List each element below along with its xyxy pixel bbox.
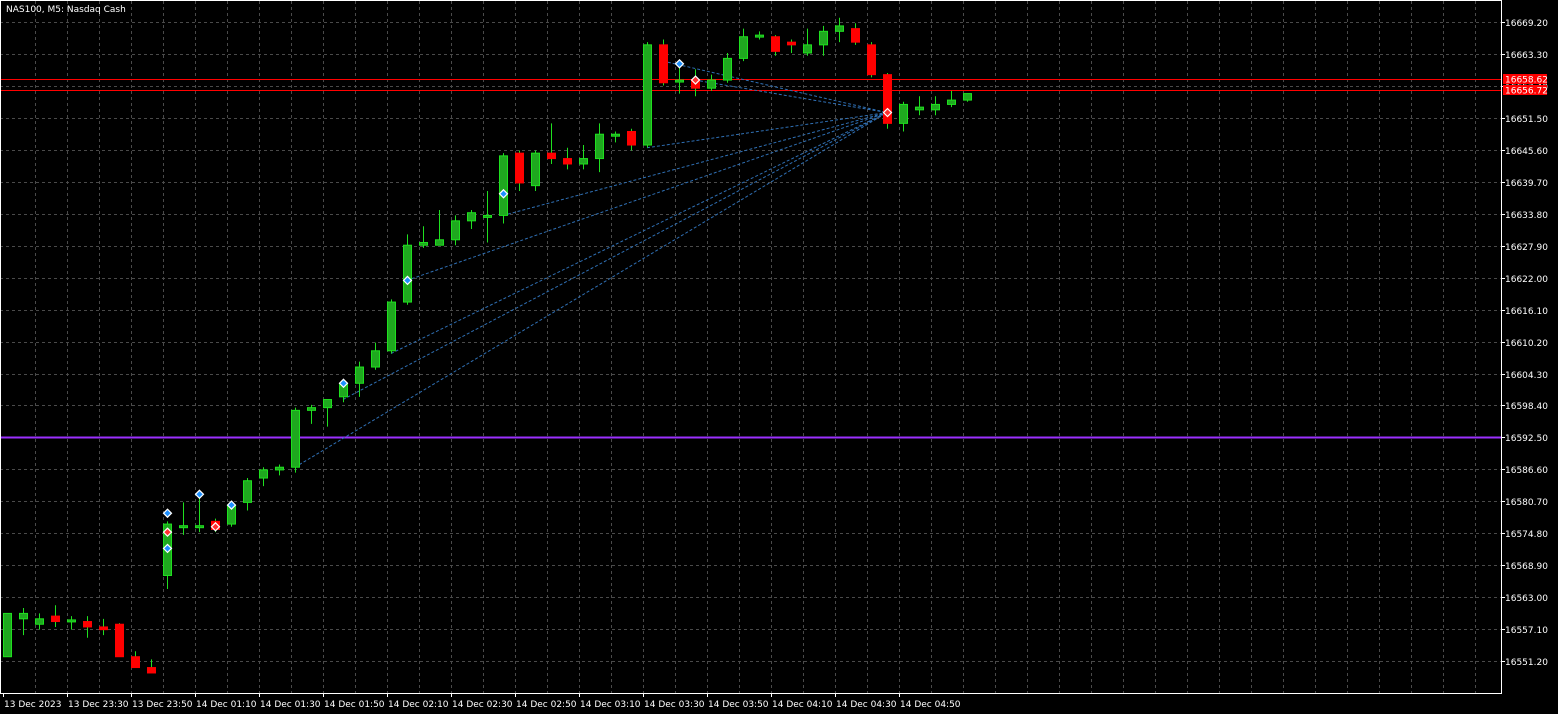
- x-tick-label: 14 Dec 02:10: [388, 700, 449, 710]
- candle-bull: [899, 103, 908, 124]
- x-tick-label: 13 Dec 23:30: [68, 700, 129, 710]
- y-tick-label: 16669.20: [1505, 19, 1548, 29]
- candle-bear: [131, 656, 140, 669]
- candle-bear: [867, 44, 876, 76]
- x-tick-label: 13 Dec 23:50: [132, 700, 193, 710]
- candle-bull: [19, 612, 28, 620]
- y-tick-label: 16610.20: [1505, 339, 1548, 349]
- candle-bull: [179, 525, 188, 529]
- candle-bull: [963, 93, 972, 101]
- x-tick-label: 14 Dec 02:50: [516, 700, 577, 710]
- x-tick-label: 14 Dec 02:30: [452, 700, 513, 710]
- y-tick-label: 16633.80: [1505, 211, 1548, 221]
- candle-bull: [723, 57, 732, 81]
- candle-bull: [259, 469, 268, 479]
- candle-bull: [947, 99, 956, 105]
- candle-bull: [803, 44, 812, 54]
- y-tick-label: 16645.60: [1505, 147, 1548, 157]
- x-tick-label: 14 Dec 03:30: [644, 700, 705, 710]
- y-tick-label: 16604.30: [1505, 371, 1548, 381]
- candle-bear: [851, 28, 860, 43]
- candle-bull: [915, 106, 924, 111]
- candle-bull: [483, 214, 492, 218]
- candle-bear: [115, 623, 124, 658]
- y-tick-label: 16627.90: [1505, 243, 1548, 253]
- candle-bull: [323, 399, 332, 409]
- y-tick-label: 16580.70: [1505, 498, 1548, 508]
- candle-bear: [147, 667, 156, 674]
- x-tick-label: 14 Dec 01:50: [324, 700, 385, 710]
- candle-bull: [419, 241, 428, 246]
- candle-bear: [627, 130, 636, 146]
- candle-bull: [467, 212, 476, 222]
- chart-background: [0, 0, 1558, 714]
- candle-bear: [771, 36, 780, 52]
- x-tick-label: 14 Dec 01:10: [196, 700, 257, 710]
- candle-bull: [291, 409, 300, 468]
- candle-bull: [499, 155, 508, 216]
- candle-bull: [611, 133, 620, 137]
- y-tick-label: 16557.10: [1505, 626, 1548, 636]
- candle-bull: [739, 36, 748, 59]
- candle-bear: [99, 626, 108, 631]
- candle-bear: [83, 621, 92, 628]
- x-tick-label: 14 Dec 04:50: [900, 700, 961, 710]
- candle-bull: [355, 366, 364, 384]
- price-axis[interactable]: 16669.2016663.3016657.4016651.5016645.60…: [1501, 19, 1548, 668]
- candle-bull: [387, 301, 396, 352]
- chart-title: NAS100, M5: Nasdaq Cash: [6, 5, 126, 15]
- candle-bull: [707, 79, 716, 89]
- candle-bear: [787, 41, 796, 46]
- x-tick-label: 14 Dec 01:30: [260, 700, 321, 710]
- candle-bull: [403, 244, 412, 303]
- y-tick-label: 16598.40: [1505, 402, 1548, 412]
- candle-bull: [435, 239, 444, 246]
- candle-bull: [595, 133, 604, 160]
- price-tag-label: 16658.62: [1505, 76, 1548, 86]
- x-tick-label: 14 Dec 03:50: [708, 700, 769, 710]
- y-tick-label: 16586.60: [1505, 466, 1548, 476]
- y-tick-label: 16551.20: [1505, 658, 1548, 668]
- candle-bear: [563, 158, 572, 165]
- x-tick-label: 14 Dec 04:30: [836, 700, 897, 710]
- candle-bull: [243, 480, 252, 503]
- y-tick-label: 16639.70: [1505, 179, 1548, 189]
- y-tick-label: 16663.30: [1505, 51, 1548, 61]
- candle-bull: [835, 25, 844, 32]
- y-tick-label: 16574.80: [1505, 530, 1548, 540]
- candle-bull: [643, 44, 652, 146]
- candle-bear: [659, 44, 668, 84]
- x-tick-label: 14 Dec 03:10: [580, 700, 641, 710]
- candle-bull: [451, 220, 460, 241]
- candle-bull: [195, 525, 204, 529]
- price-tag-label: 16656.72: [1505, 87, 1548, 97]
- candle-bear: [515, 152, 524, 184]
- price-tags: 16658.6216656.72: [1503, 74, 1548, 97]
- candle-bull: [931, 103, 940, 111]
- candle-bull: [675, 79, 684, 83]
- candle-bull: [579, 158, 588, 165]
- candle-bull: [531, 152, 540, 187]
- y-tick-label: 16651.50: [1505, 115, 1548, 125]
- candle-bear: [547, 152, 556, 160]
- y-tick-label: 16568.90: [1505, 562, 1548, 572]
- candle-bull: [307, 407, 316, 411]
- y-tick-label: 16563.00: [1505, 594, 1548, 604]
- y-tick-label: 16592.50: [1505, 434, 1548, 444]
- candle-bull: [755, 34, 764, 38]
- x-tick-label: 14 Dec 04:10: [772, 700, 833, 710]
- x-tick-label: 13 Dec 2023: [4, 700, 62, 710]
- candle-bull: [275, 466, 284, 471]
- y-tick-label: 16616.10: [1505, 307, 1548, 317]
- price-chart[interactable]: 16669.2016663.3016657.4016651.5016645.60…: [0, 0, 1558, 714]
- candle-bull: [67, 619, 76, 623]
- candle-bear: [51, 615, 60, 623]
- candle-bull: [819, 30, 828, 46]
- candle-bull: [35, 618, 44, 625]
- candle-bull: [3, 612, 12, 658]
- candle-bull: [371, 350, 380, 368]
- y-tick-label: 16622.00: [1505, 275, 1548, 285]
